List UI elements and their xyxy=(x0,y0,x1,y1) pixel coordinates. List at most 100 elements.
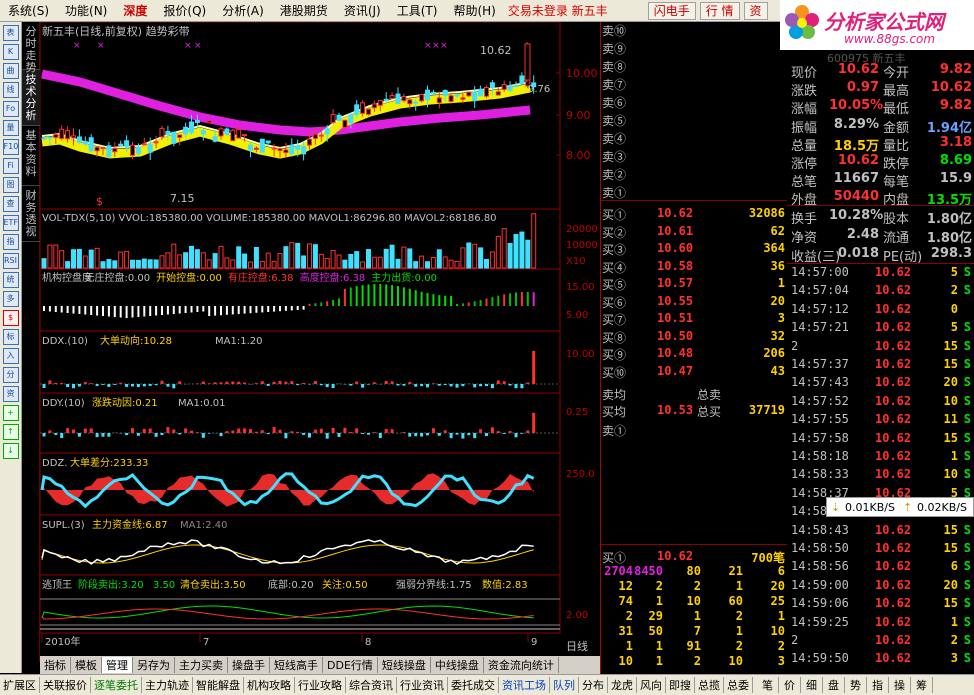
indicator-tab[interactable]: 指标 xyxy=(40,657,71,673)
bottom-tab[interactable]: 主力轨迹 xyxy=(142,677,193,693)
sell-level-row[interactable]: 卖⑧ xyxy=(601,58,787,75)
tool-icon-12[interactable]: RSI xyxy=(2,253,19,269)
tool-icon-7[interactable]: Fi xyxy=(2,158,19,174)
tick-tab[interactable]: 价 xyxy=(779,677,801,693)
tool-icon-18[interactable]: 分 xyxy=(2,367,19,383)
bottom-tab[interactable]: 行业资讯 xyxy=(397,677,448,693)
tick-tab[interactable]: 势 xyxy=(845,677,867,693)
tick-tab[interactable]: 指 xyxy=(867,677,889,693)
market-button[interactable]: 行 情 xyxy=(699,1,740,20)
technical-chart[interactable]: 新五丰(日线,前复权) 趋势彩带 10.00 9.00 8.00 10.62 7.15 9.… xyxy=(40,22,600,652)
menu-analysis[interactable]: 分析(A) xyxy=(214,2,272,19)
bottom-tab[interactable]: 逐笔委托 xyxy=(91,677,142,693)
menu-system[interactable]: 系统(S) xyxy=(0,2,57,19)
info-button[interactable]: 资 xyxy=(743,1,768,20)
indicator-tab[interactable]: 中线操盘 xyxy=(431,657,484,673)
bottom-tab[interactable]: 扩展区 xyxy=(0,677,40,693)
tool-icon-1[interactable]: K xyxy=(2,44,19,60)
menu-function[interactable]: 功能(N) xyxy=(57,2,115,19)
tab-basic-info[interactable]: 基本资料 xyxy=(22,126,40,186)
tick-tab[interactable]: 筹 xyxy=(911,677,933,693)
buy-level-row[interactable]: 买⑦ 10.51 3 xyxy=(601,311,787,328)
sell-level-row[interactable]: 卖① xyxy=(601,184,787,201)
tool-icon-6[interactable]: F10 xyxy=(2,139,19,155)
bottom-tab[interactable]: 综合资讯 xyxy=(346,677,397,693)
buy-level-row[interactable]: 买④ 10.58 36 xyxy=(601,259,787,276)
buy-level-row[interactable]: 买② 10.61 62 xyxy=(601,224,787,241)
quote-tab[interactable]: 风向 xyxy=(637,677,666,693)
buy-level-row[interactable]: 买⑩ 10.47 43 xyxy=(601,364,787,381)
bottom-tab[interactable]: 关联报价 xyxy=(40,677,91,693)
sell-level-row[interactable]: 卖⑥ xyxy=(601,94,787,111)
sell-level-row[interactable]: 卖② xyxy=(601,166,787,183)
buy-level-row[interactable]: 买① 10.62 32086 xyxy=(601,206,787,223)
bottom-tab[interactable]: 机构攻略 xyxy=(244,677,295,693)
buy-level-row[interactable]: 买③ 10.60 364 xyxy=(601,241,787,258)
quote-tab[interactable]: 总委 xyxy=(724,677,753,693)
tick-tab[interactable]: 盘 xyxy=(823,677,845,693)
tool-icon-21[interactable]: ↑ xyxy=(2,424,19,440)
sell-level-row[interactable]: 卖⑩ xyxy=(601,22,787,39)
menu-help[interactable]: 帮助(H) xyxy=(445,2,503,19)
menu-quote[interactable]: 报价(Q) xyxy=(155,2,214,19)
tool-icon-16[interactable]: 标 xyxy=(2,329,19,345)
indicator-tab[interactable]: 主力买卖 xyxy=(175,657,228,673)
tick-tab[interactable]: 笔 xyxy=(757,677,779,693)
indicator-tab[interactable]: DDE行情 xyxy=(323,657,378,673)
quote-tab[interactable]: 龙虎 xyxy=(608,677,637,693)
tool-icon-17[interactable]: 入 xyxy=(2,348,19,364)
tab-financial[interactable]: 财务透视 xyxy=(22,186,40,242)
bottom-tab[interactable]: 智能解盘 xyxy=(193,677,244,693)
buy-level-row[interactable]: 买⑤ 10.57 1 xyxy=(601,276,787,293)
bottom-tab[interactable]: 委托成交 xyxy=(448,677,499,693)
sell-level-row[interactable]: 卖⑤ xyxy=(601,112,787,129)
tool-icon-20[interactable]: + xyxy=(2,405,19,421)
tool-icon-3[interactable]: 线 xyxy=(2,82,19,98)
tab-intraday[interactable]: 分时走势 xyxy=(22,22,40,74)
sell-level-row[interactable]: 卖⑨ xyxy=(601,40,787,57)
buy-level-row[interactable]: 买⑨ 10.48 206 xyxy=(601,346,787,363)
menu-hk-futures[interactable]: 港股期货 xyxy=(272,2,336,19)
sell-level-row[interactable]: 卖④ xyxy=(601,130,787,147)
sell-level-row[interactable]: 卖③ xyxy=(601,148,787,165)
quote-tab[interactable]: 总揽 xyxy=(695,677,724,693)
vol-bar xyxy=(513,234,519,269)
tick-tab[interactable]: 细 xyxy=(801,677,823,693)
tool-icon-15[interactable]: $ xyxy=(2,310,19,326)
indicator-tab[interactable]: 模板 xyxy=(71,657,102,673)
tab-technical[interactable]: 技术分析 xyxy=(22,70,40,126)
flower-logo-icon xyxy=(785,5,819,39)
quote-tab[interactable]: 队列 xyxy=(550,677,579,693)
tool-icon-8[interactable]: 图 xyxy=(2,177,19,193)
menu-news[interactable]: 资讯(J) xyxy=(336,2,389,19)
menu-depth[interactable]: 深度 xyxy=(115,2,155,19)
bottom-tab[interactable]: 行业攻略 xyxy=(295,677,346,693)
queue-sell-row[interactable]: 卖① xyxy=(601,422,787,439)
tool-icon-22[interactable]: ↓ xyxy=(2,443,19,459)
quote-tab[interactable]: 即搜 xyxy=(666,677,695,693)
indicator-tab[interactable]: 管理 xyxy=(102,657,133,673)
sell-level-row[interactable]: 卖⑦ xyxy=(601,76,787,93)
tool-icon-9[interactable]: 查 xyxy=(2,196,19,212)
tool-icon-5[interactable]: 量 xyxy=(2,120,19,136)
tool-icon-19[interactable]: 资 xyxy=(2,386,19,402)
quote-tab[interactable]: 分布 xyxy=(579,677,608,693)
tool-icon-14[interactable]: 多 xyxy=(2,291,19,307)
tool-icon-10[interactable]: ETF xyxy=(2,215,19,231)
indicator-tab[interactable]: 另存为 xyxy=(133,657,175,673)
indicator-tab[interactable]: 资金流向统计 xyxy=(484,657,559,673)
indicator-tab[interactable]: 短线操盘 xyxy=(378,657,431,673)
tool-icon-0[interactable]: 表 xyxy=(2,25,19,41)
tool-icon-13[interactable]: 统 xyxy=(2,272,19,288)
menu-tools[interactable]: 工具(T) xyxy=(389,2,446,19)
indicator-tab[interactable]: 操盘手 xyxy=(228,657,270,673)
tool-icon-2[interactable]: 曲 xyxy=(2,63,19,79)
tick-tab[interactable]: 操 xyxy=(889,677,911,693)
buy-level-row[interactable]: 买⑥ 10.55 20 xyxy=(601,294,787,311)
indicator-tab[interactable]: 短线高手 xyxy=(270,657,323,673)
flash-trade-button[interactable]: 闪电手 xyxy=(647,1,696,20)
bottom-tab[interactable]: 资讯工场 xyxy=(499,677,550,693)
tool-icon-4[interactable]: Fo xyxy=(2,101,19,117)
tool-icon-11[interactable]: 指 xyxy=(2,234,19,250)
buy-level-row[interactable]: 买⑧ 10.50 32 xyxy=(601,329,787,346)
